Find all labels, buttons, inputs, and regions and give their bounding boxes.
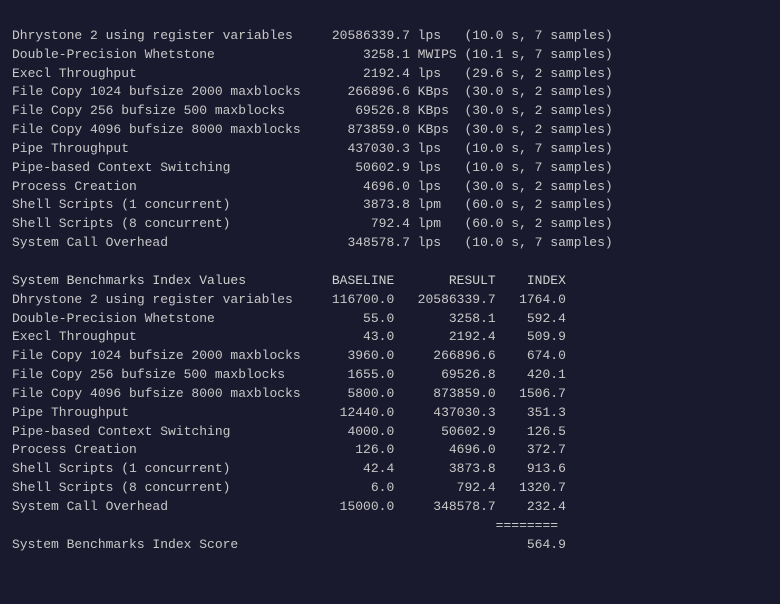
index-row-2: Execl Throughput 43.0 2192.4 509.9 — [12, 328, 768, 347]
blank2 — [12, 253, 768, 272]
benchmark-row-9: Shell Scripts (1 concurrent) 3873.8 lpm … — [12, 196, 768, 215]
terminal: Dhrystone 2 using register variables 205… — [12, 8, 768, 554]
benchmark-row-5: File Copy 4096 bufsize 8000 maxblocks 87… — [12, 121, 768, 140]
index-row-5: File Copy 4096 bufsize 8000 maxblocks 58… — [12, 385, 768, 404]
index-section: System Benchmarks Index Values BASELINE … — [12, 272, 768, 517]
index-row-9: Shell Scripts (1 concurrent) 42.4 3873.8… — [12, 460, 768, 479]
index-row-8: Process Creation 126.0 4696.0 372.7 — [12, 441, 768, 460]
benchmark-list: Dhrystone 2 using register variables 205… — [12, 27, 768, 253]
benchmark-row-8: Process Creation 4696.0 lps (30.0 s, 2 s… — [12, 178, 768, 197]
benchmark-row-0: Dhrystone 2 using register variables 205… — [12, 27, 768, 46]
blank1 — [12, 8, 768, 27]
index-row-4: File Copy 256 bufsize 500 maxblocks 1655… — [12, 366, 768, 385]
score-row-label: System Benchmarks Index Score 564.9 — [12, 536, 768, 555]
score-row: System Benchmarks Index Score 564.9 — [12, 536, 768, 555]
benchmark-row-6: Pipe Throughput 437030.3 lps (10.0 s, 7 … — [12, 140, 768, 159]
index-header-row: System Benchmarks Index Values BASELINE … — [12, 272, 768, 291]
benchmark-row-3: File Copy 1024 bufsize 2000 maxblocks 26… — [12, 83, 768, 102]
index-row-7: Pipe-based Context Switching 4000.0 5060… — [12, 423, 768, 442]
benchmark-row-1: Double-Precision Whetstone 3258.1 MWIPS … — [12, 46, 768, 65]
benchmark-row-4: File Copy 256 bufsize 500 maxblocks 6952… — [12, 102, 768, 121]
benchmark-row-2: Execl Throughput 2192.4 lps (29.6 s, 2 s… — [12, 65, 768, 84]
benchmark-row-11: System Call Overhead 348578.7 lps (10.0 … — [12, 234, 768, 253]
index-row-11: System Call Overhead 15000.0 348578.7 23… — [12, 498, 768, 517]
equals-line: ======== — [12, 517, 768, 536]
benchmark-row-10: Shell Scripts (8 concurrent) 792.4 lpm (… — [12, 215, 768, 234]
index-row-6: Pipe Throughput 12440.0 437030.3 351.3 — [12, 404, 768, 423]
benchmark-row-7: Pipe-based Context Switching 50602.9 lps… — [12, 159, 768, 178]
index-row-3: File Copy 1024 bufsize 2000 maxblocks 39… — [12, 347, 768, 366]
index-row-1: Double-Precision Whetstone 55.0 3258.1 5… — [12, 310, 768, 329]
index-row-0: Dhrystone 2 using register variables 116… — [12, 291, 768, 310]
index-row-10: Shell Scripts (8 concurrent) 6.0 792.4 1… — [12, 479, 768, 498]
